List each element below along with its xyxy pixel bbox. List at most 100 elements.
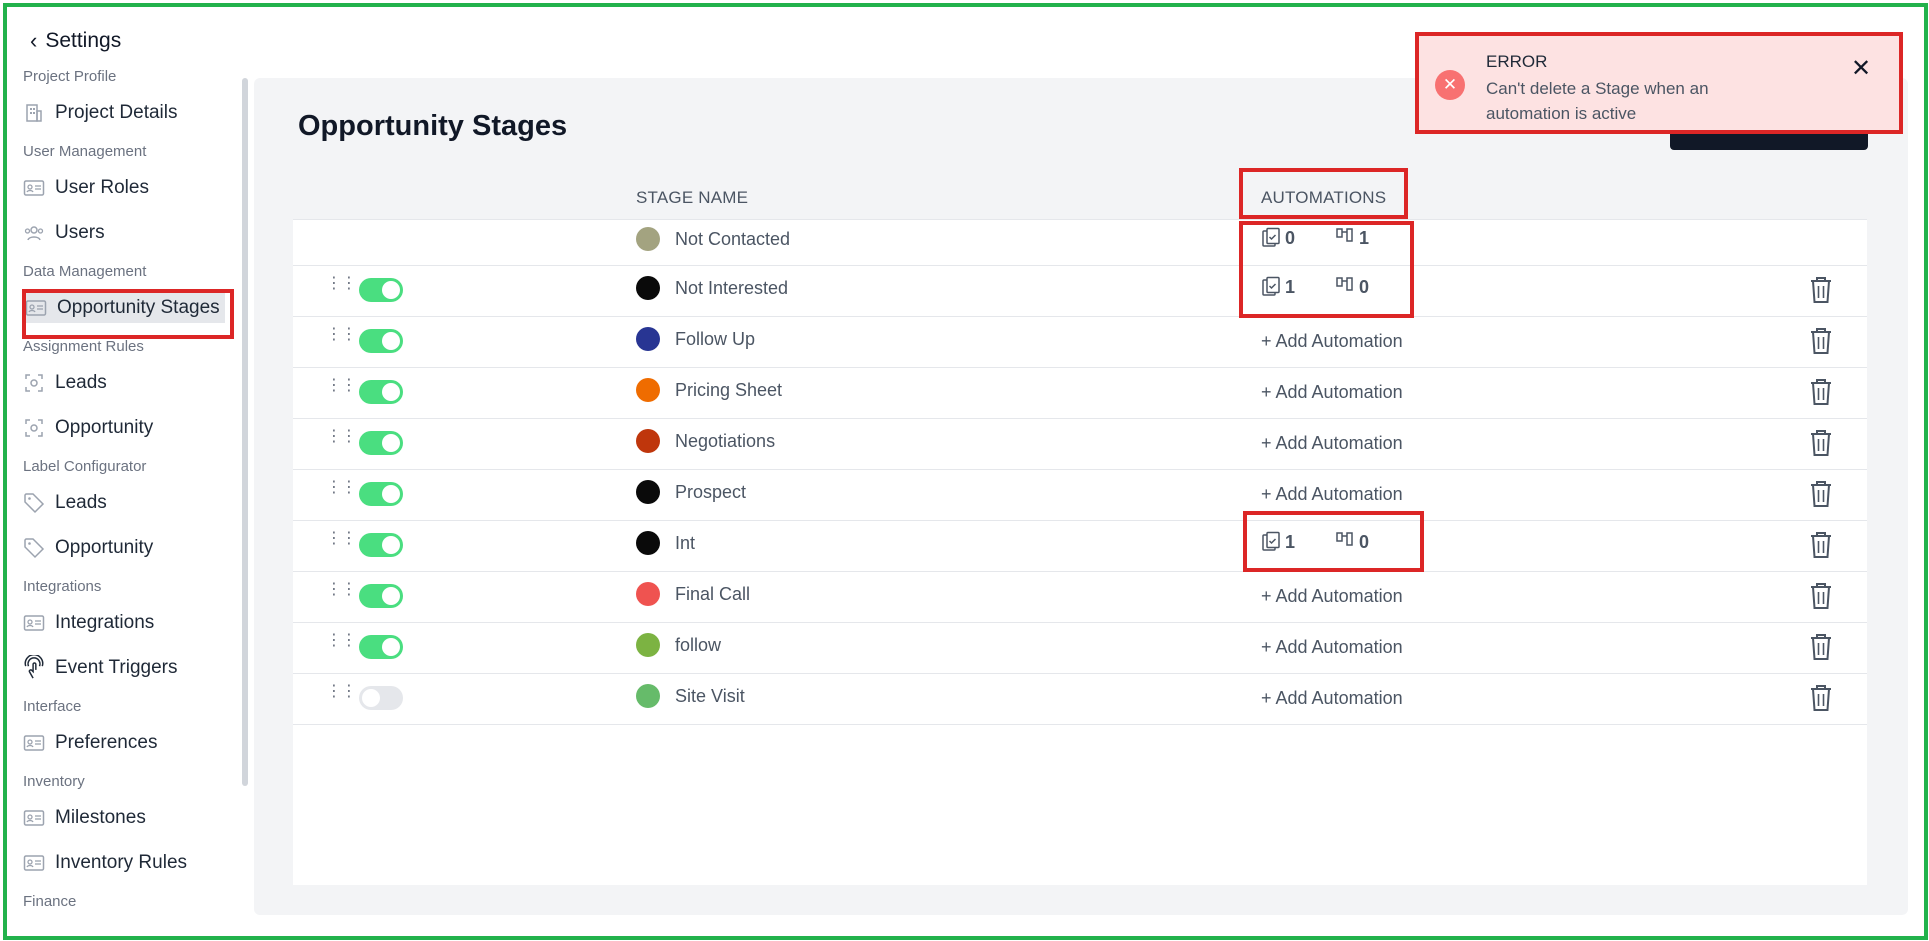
workflow-automation-icon — [1335, 276, 1355, 298]
sidebar-scrollbar[interactable] — [242, 78, 248, 786]
sidebar-item-preferences[interactable]: Preferences — [23, 728, 157, 758]
drag-handle-icon[interactable]: ⋮⋮ — [326, 684, 357, 700]
task-count: 0 — [1285, 227, 1296, 248]
stage-name: Final Call — [675, 584, 751, 604]
add-automation-link[interactable]: + Add Automation — [1261, 637, 1403, 658]
sidebar-section-label: Inventory — [23, 773, 85, 790]
workflow-automation-icon — [1335, 227, 1355, 249]
sidebar-item-user-roles[interactable]: User Roles — [23, 173, 149, 203]
stage-color-dot — [636, 531, 660, 555]
stage-active-toggle[interactable] — [359, 584, 403, 608]
stage-active-toggle[interactable] — [359, 278, 403, 302]
stage-active-toggle[interactable] — [359, 686, 403, 710]
id-card-icon — [23, 177, 45, 199]
stage-active-toggle[interactable] — [359, 482, 403, 506]
automation-counts[interactable]: 01 — [1261, 227, 1409, 249]
add-automation-link[interactable]: + Add Automation — [1261, 688, 1403, 709]
delete-stage-icon[interactable] — [1809, 429, 1833, 457]
add-automation-link[interactable]: + Add Automation — [1261, 331, 1403, 352]
task-automation-icon — [1261, 227, 1281, 249]
table-row: Not Contacted 0 1 — [293, 220, 1867, 266]
sidebar-item-opportunity[interactable]: Opportunity — [23, 413, 153, 443]
stage-color-dot — [636, 276, 660, 300]
automation-counts[interactable]: 10 — [1261, 531, 1409, 553]
users-icon — [23, 222, 45, 244]
drag-handle-icon[interactable]: ⋮⋮ — [326, 531, 357, 547]
sidebar-item-integrations[interactable]: Integrations — [23, 608, 154, 638]
stage-active-toggle[interactable] — [359, 635, 403, 659]
add-automation-link[interactable]: + Add Automation — [1261, 382, 1403, 403]
delete-stage-icon[interactable] — [1809, 378, 1833, 406]
drag-handle-icon[interactable]: ⋮⋮ — [326, 276, 357, 292]
target-icon — [23, 417, 45, 439]
stage-color-dot — [636, 327, 660, 351]
sidebar-item-leads[interactable]: Leads — [23, 368, 107, 398]
tag-icon — [23, 537, 45, 559]
drag-handle-icon[interactable]: ⋮⋮ — [326, 429, 357, 445]
delete-stage-icon[interactable] — [1809, 633, 1833, 661]
sidebar-item-opportunity-stages[interactable]: Opportunity Stages — [23, 293, 225, 323]
drag-handle-icon[interactable]: ⋮⋮ — [326, 327, 357, 343]
stage-name: Not Contacted — [675, 229, 791, 249]
table-row: ⋮⋮ Prospect + Add Automation — [293, 469, 1867, 521]
table-row: ⋮⋮ Not Interested 1 0 — [293, 265, 1867, 317]
delete-stage-icon[interactable] — [1809, 480, 1833, 508]
add-automation-link[interactable]: + Add Automation — [1261, 433, 1403, 454]
sidebar-item-label: Milestones — [55, 807, 146, 828]
add-automation-link[interactable]: + Add Automation — [1261, 586, 1403, 607]
sidebar-item-milestones[interactable]: Milestones — [23, 803, 146, 833]
toast-title: ERROR — [1486, 52, 1548, 71]
sidebar-item-label: Leads — [55, 492, 107, 513]
task-count: 1 — [1285, 276, 1296, 297]
add-automation-link[interactable]: + Add Automation — [1261, 484, 1403, 505]
sidebar-item-label: Event Triggers — [55, 657, 178, 678]
stage-color-dot — [636, 582, 660, 606]
sidebar-item-inventory-rules[interactable]: Inventory Rules — [23, 848, 187, 878]
sidebar-section-label: Project Profile — [23, 68, 117, 85]
delete-stage-icon[interactable] — [1809, 327, 1833, 355]
back-to-settings[interactable]: ‹ Settings — [30, 28, 121, 54]
stage-name: Int — [675, 533, 696, 553]
drag-handle-icon[interactable]: ⋮⋮ — [326, 378, 357, 394]
error-icon: ✕ — [1435, 70, 1465, 100]
delete-stage-icon[interactable] — [1809, 684, 1833, 712]
stage-active-toggle[interactable] — [359, 431, 403, 455]
sidebar-section-label: Integrations — [23, 578, 102, 595]
sidebar-section-label: Interface — [23, 698, 82, 715]
table-row: ⋮⋮ Follow Up + Add Automation — [293, 316, 1867, 368]
close-icon[interactable]: ✕ — [1851, 54, 1871, 83]
delete-stage-icon[interactable] — [1809, 531, 1833, 559]
stage-active-toggle[interactable] — [359, 329, 403, 353]
sidebar-item-opportunity[interactable]: Opportunity — [23, 533, 153, 563]
sidebar-item-users[interactable]: Users — [23, 218, 105, 248]
automation-counts[interactable]: 10 — [1261, 276, 1409, 298]
sidebar-item-leads[interactable]: Leads — [23, 488, 107, 518]
drag-handle-icon[interactable]: ⋮⋮ — [326, 582, 357, 598]
stage-name: Pricing Sheet — [675, 380, 783, 400]
sidebar-item-label: Integrations — [55, 612, 155, 633]
stage-color-dot — [636, 378, 660, 402]
building-icon — [23, 102, 45, 124]
delete-stage-icon[interactable] — [1809, 276, 1833, 304]
stage-name: Prospect — [675, 482, 747, 502]
sidebar-item-event-triggers[interactable]: Event Triggers — [23, 653, 178, 683]
stage-active-toggle[interactable] — [359, 533, 403, 557]
sidebar-item-label: Inventory Rules — [55, 852, 188, 873]
sidebar-item-label: Leads — [55, 372, 107, 393]
drag-handle-icon[interactable]: ⋮⋮ — [326, 480, 357, 496]
id-card-icon — [23, 807, 45, 829]
sidebar-section-label: Assignment Rules — [23, 338, 144, 355]
stage-active-toggle[interactable] — [359, 380, 403, 404]
table-row: ⋮⋮ Site Visit + Add Automation — [293, 673, 1867, 725]
drag-handle-icon[interactable]: ⋮⋮ — [326, 633, 357, 649]
delete-stage-icon[interactable] — [1809, 582, 1833, 610]
sidebar-item-label: Users — [55, 222, 105, 243]
back-label: Settings — [45, 29, 122, 52]
sidebar-item-label: Opportunity — [55, 537, 154, 558]
sidebar-item-label: Project Details — [55, 102, 178, 123]
sidebar-section-label: Label Configurator — [23, 458, 147, 475]
workflow-count: 1 — [1359, 227, 1370, 248]
stages-table: STAGE NAME AUTOMATIONS Not Contacted 0 1 ⋮⋮… — [293, 175, 1867, 885]
sidebar-item-project-details[interactable]: Project Details — [23, 98, 178, 128]
settings-sidebar: ‹ Settings Project Profile Project Detail… — [0, 0, 250, 941]
